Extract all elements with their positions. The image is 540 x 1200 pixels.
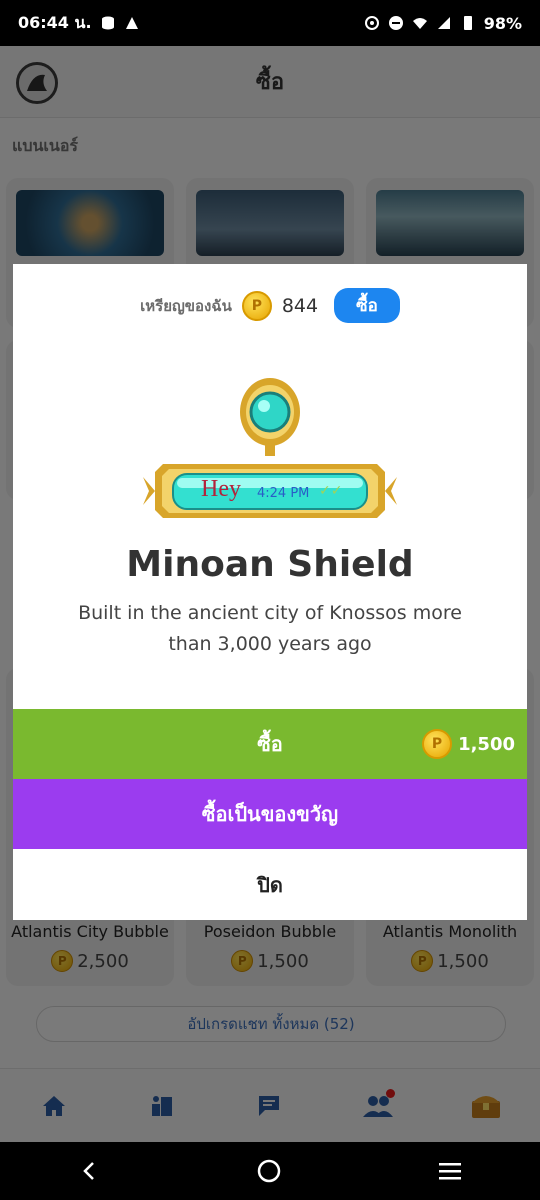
coin-icon: P	[241, 290, 272, 321]
bubble-preview-art	[143, 378, 397, 518]
buy-as-gift-button[interactable]: ซื้อเป็นของขวัญ	[13, 779, 527, 849]
buy-price-value: 1,500	[458, 733, 515, 755]
status-bar: 06:44 น. 98%	[0, 0, 540, 46]
status-time: 06:44 น.	[18, 12, 92, 32]
buy-button-label: ซื้อ	[257, 732, 283, 756]
bubble-preview-text: Hey	[201, 476, 241, 502]
battery-icon	[463, 16, 472, 30]
read-checkmark-icon: ✓✓	[319, 483, 343, 499]
alarm-icon	[364, 16, 379, 30]
signal-icon	[437, 17, 450, 29]
my-coins-row: เหรียญของฉัน P 844 ซื้อ	[13, 288, 527, 323]
back-icon[interactable]	[77, 1159, 101, 1183]
purchase-dialog: เหรียญของฉัน P 844 ซื้อ Hey 4:24 PM ✓✓ M…	[13, 264, 527, 920]
wifi-icon	[412, 18, 427, 29]
my-coins-value: 844	[281, 294, 319, 317]
system-nav-bar	[0, 1142, 540, 1200]
my-coins-label: เหรียญของฉัน	[140, 296, 232, 315]
buy-button[interactable]: ซื้อ P 1,500	[13, 709, 527, 779]
close-button[interactable]: ปิด	[13, 849, 527, 920]
home-button-icon[interactable]	[256, 1158, 282, 1184]
dnd-icon	[388, 16, 403, 30]
buy-price: P 1,500	[422, 709, 515, 779]
recents-menu-icon[interactable]	[437, 1159, 463, 1183]
buy-coins-button[interactable]: ซื้อ	[334, 288, 400, 323]
data-saver-icon	[101, 16, 114, 30]
item-title: Minoan Shield	[126, 544, 414, 585]
cast-icon	[125, 17, 138, 29]
battery-percent: 98%	[483, 13, 522, 33]
bubble-preview-time: 4:24 PM	[257, 486, 310, 501]
item-description: Built in the ancient city of Knossos mor…	[78, 602, 462, 655]
coin-icon: P	[422, 729, 453, 759]
